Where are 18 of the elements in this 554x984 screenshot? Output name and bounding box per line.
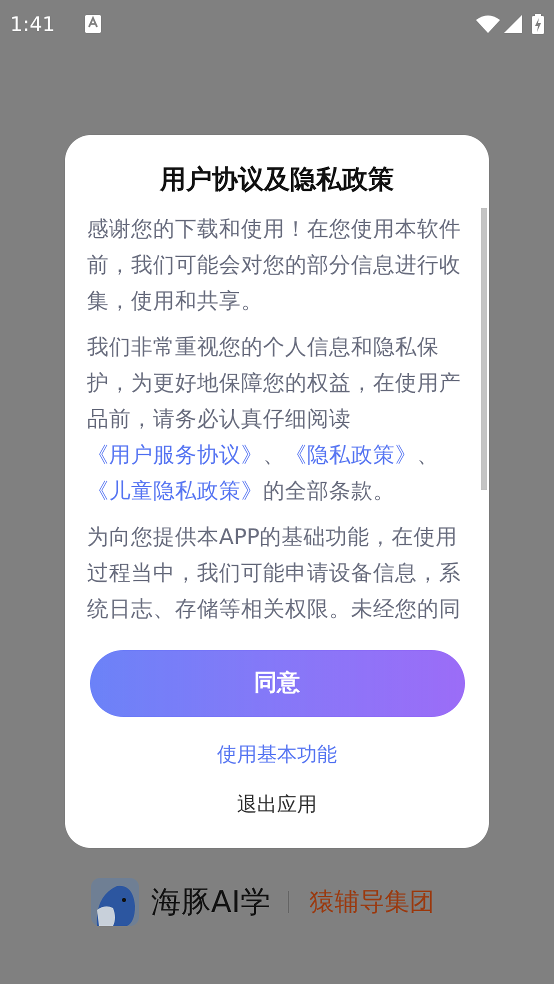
exit-button[interactable]: 退出应用 (237, 789, 317, 819)
body-paragraph: 感谢您的下载和使用！在您使用本软件前，我们可能会对您的部分信息进行收集，使用和共享。 (87, 216, 462, 316)
company-name: 猿辅导集团 (309, 886, 434, 918)
agree-button[interactable]: 同意 (90, 650, 464, 717)
dolphin-logo-icon (91, 878, 139, 926)
keyboard-a-icon (84, 15, 101, 33)
wifi-icon (476, 15, 500, 33)
policy-link[interactable]: 《隐私政策》 (285, 443, 417, 468)
app-name: 海豚AI学 (151, 884, 270, 922)
basic-mode-link[interactable]: 使用基本功能 (217, 739, 337, 769)
policy-link[interactable]: 《用户服务协议》 (87, 443, 263, 468)
policy-link[interactable]: 《儿童隐私政策》 (87, 479, 263, 504)
battery-icon (532, 14, 544, 34)
dialog-title: 用户协议及隐私政策 (160, 164, 394, 197)
body-paragraph: 我们非常重视您的个人信息和隐私保护，为更好地保障您的权益，在使用产品前，请务必认真仔细阅读 《用户服务协议》、《隐私政策》、 《儿童隐私政策》的全部条款。 (87, 334, 462, 506)
body-paragraph: 为向您提供本APP的基础功能，在使用过程当中，我们可能申请设备信息，系统日志、存储等相关权限。未经您的同 (87, 524, 462, 624)
signal-icon (504, 15, 522, 33)
status-time: 1:41 (10, 11, 55, 38)
